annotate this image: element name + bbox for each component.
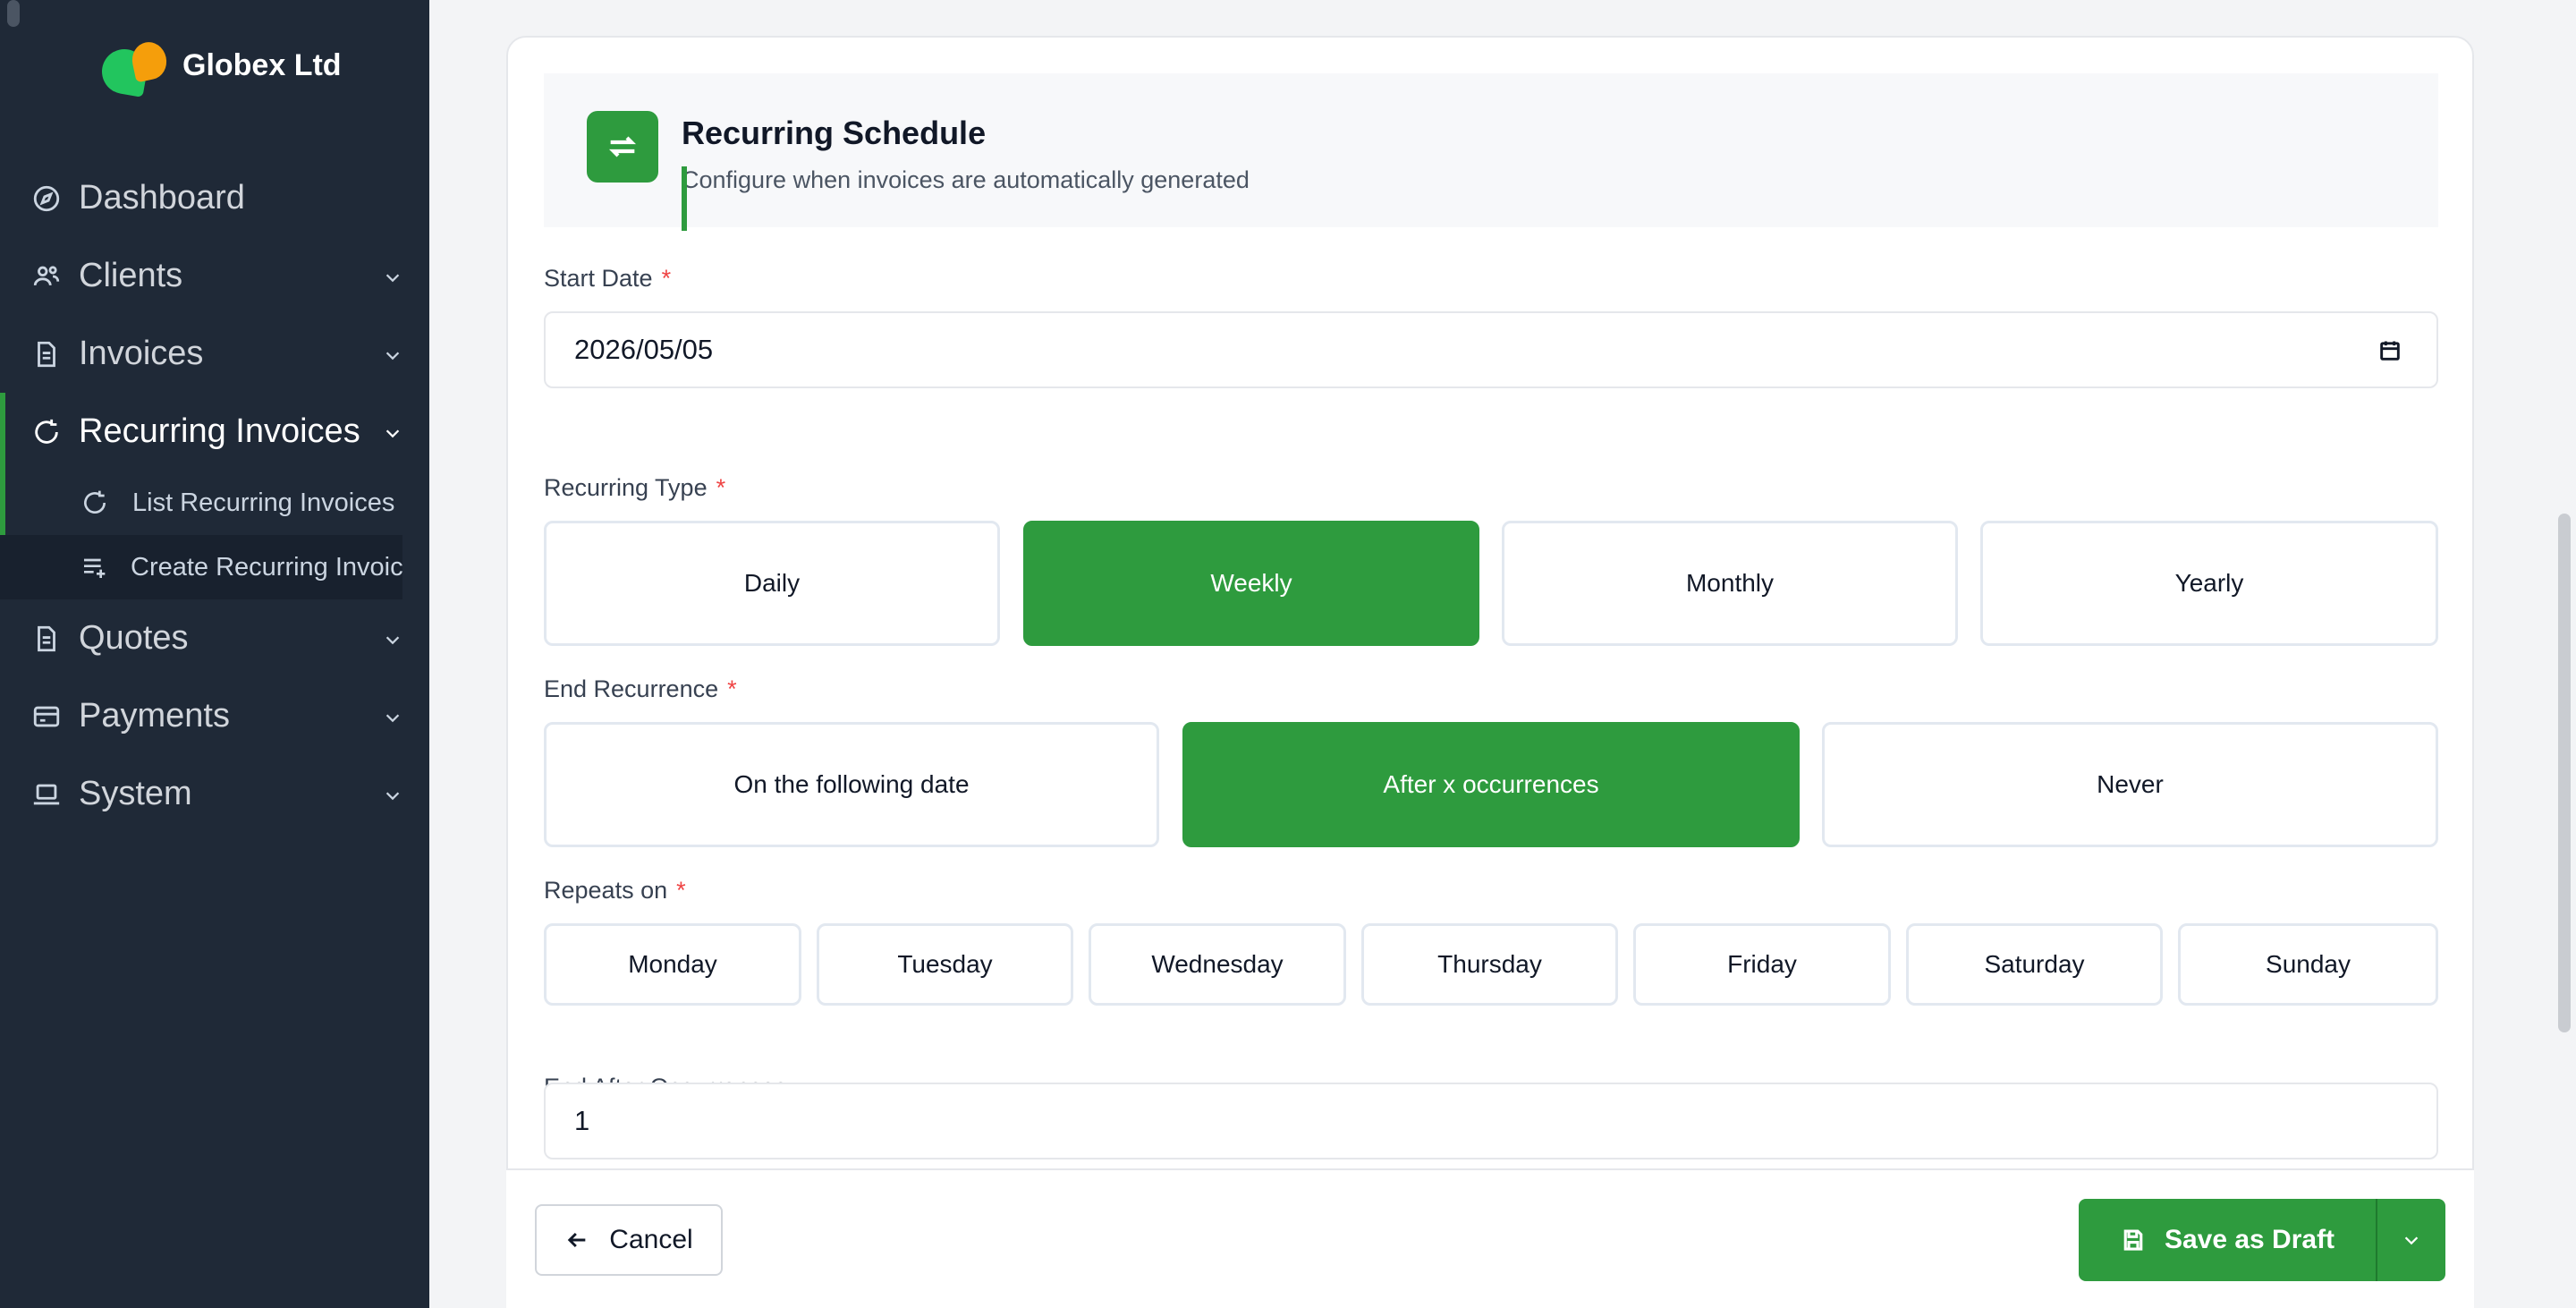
chevron-down-icon: [383, 345, 402, 365]
recurring-type-label: Recurring Type *: [544, 474, 725, 502]
arrow-left-icon: [568, 1232, 586, 1248]
recurring-schedule-icon: [587, 111, 658, 183]
chevron-down-icon: [383, 708, 402, 727]
sidebar-subitem-list-recurring[interactable]: List Recurring Invoices: [0, 471, 402, 535]
sidebar-item-label: Recurring Invoices: [79, 412, 360, 450]
recurring-type-daily[interactable]: Daily: [544, 521, 1000, 646]
brand[interactable]: Globex Ltd: [98, 34, 342, 98]
sidebar-item-system[interactable]: System: [0, 755, 429, 833]
sidebar-item-label: System: [79, 775, 192, 812]
end-recurrence-on-date[interactable]: On the following date: [544, 722, 1159, 847]
sidebar-item-quotes[interactable]: Quotes: [0, 599, 429, 677]
save-options-dropdown[interactable]: [2376, 1199, 2445, 1281]
sidebar-item-label: Clients: [79, 257, 183, 294]
day-sunday[interactable]: Sunday: [2178, 923, 2438, 1006]
required-marker: *: [661, 265, 672, 292]
repeats-on-label: Repeats on *: [544, 877, 686, 905]
recurring-type-monthly[interactable]: Monthly: [1502, 521, 1958, 646]
end-recurrence-label: End Recurrence *: [544, 675, 737, 703]
sidebar-item-invoices[interactable]: Invoices: [0, 315, 429, 393]
save-as-draft-button[interactable]: Save as Draft: [2079, 1199, 2376, 1281]
sidebar-item-dashboard[interactable]: Dashboard: [0, 159, 429, 237]
file-icon: [30, 623, 63, 655]
recurring-type-yearly[interactable]: Yearly: [1980, 521, 2438, 646]
section-header: Recurring Schedule Configure when invoic…: [544, 73, 2438, 231]
list-add-icon: [80, 552, 109, 582]
brand-name: Globex Ltd: [182, 47, 342, 82]
file-icon: [30, 338, 63, 370]
end-recurrence-after-occurrences[interactable]: After x occurrences: [1182, 722, 1800, 847]
section-subtitle: Configure when invoices are automaticall…: [682, 166, 1250, 231]
sidebar-item-recurring-invoices[interactable]: Recurring Invoices: [0, 393, 429, 471]
calendar-icon[interactable]: [2377, 338, 2402, 363]
recurring-icon: [30, 416, 63, 448]
end-recurrence-never[interactable]: Never: [1822, 722, 2438, 847]
day-monday[interactable]: Monday: [544, 923, 801, 1006]
start-date-label-text: Start Date: [544, 265, 653, 292]
section-title: Recurring Schedule: [682, 115, 987, 151]
recurring-schedule-card: Recurring Schedule Configure when invoic…: [506, 36, 2474, 1308]
chevron-down-icon: [383, 423, 402, 443]
start-date-input[interactable]: 2026/05/05: [544, 311, 2438, 388]
sidebar-item-clients[interactable]: Clients: [0, 237, 429, 315]
chevron-down-icon: [383, 786, 402, 805]
brand-logo: [98, 37, 170, 98]
sidebar-item-label: Dashboard: [79, 179, 245, 217]
required-marker: *: [716, 474, 726, 501]
chevron-down-icon: [383, 630, 402, 650]
sidebar-scrollbar[interactable]: [7, 0, 20, 27]
credit-card-icon: [30, 701, 63, 733]
start-date-value: 2026/05/05: [574, 334, 714, 365]
recurring-type-weekly[interactable]: Weekly: [1023, 521, 1479, 646]
day-wednesday[interactable]: Wednesday: [1089, 923, 1346, 1006]
end-recurrence-label-text: End Recurrence: [544, 675, 719, 702]
chevron-down-icon: [2404, 1236, 2419, 1245]
save-icon: [2123, 1229, 2143, 1251]
page-scrollbar[interactable]: [2558, 514, 2571, 1032]
repeats-on-label-text: Repeats on: [544, 877, 668, 904]
required-marker: *: [727, 675, 737, 702]
sidebar: Globex Ltd Dashboard Clients Invoices Re…: [0, 0, 429, 1308]
recurring-submenu: List Recurring Invoices Create Recurring…: [0, 471, 429, 599]
save-as-draft-button-group: Save as Draft: [2079, 1199, 2445, 1281]
sidebar-subitem-create-recurring[interactable]: Create Recurring Invoices: [0, 535, 402, 599]
day-friday[interactable]: Friday: [1633, 923, 1891, 1006]
day-thursday[interactable]: Thursday: [1361, 923, 1618, 1006]
cancel-button[interactable]: Cancel: [535, 1204, 723, 1276]
compass-icon: [30, 183, 63, 215]
recurring-icon: [80, 488, 111, 518]
sidebar-item-label: Quotes: [79, 619, 189, 657]
sidebar-subitem-label: List Recurring Invoices: [132, 488, 395, 517]
sidebar-item-payments[interactable]: Payments: [0, 677, 429, 755]
recurring-type-label-text: Recurring Type: [544, 474, 708, 501]
day-tuesday[interactable]: Tuesday: [817, 923, 1073, 1006]
laptop-icon: [30, 778, 63, 811]
chevron-down-icon: [383, 268, 402, 287]
sidebar-nav: Dashboard Clients Invoices Recurring Inv…: [0, 159, 429, 833]
sidebar-item-label: Invoices: [79, 335, 204, 372]
end-after-occurrences-value: 1: [574, 1105, 590, 1136]
save-as-draft-label: Save as Draft: [2164, 1225, 2335, 1254]
end-after-occurrences-input[interactable]: 1: [544, 1083, 2438, 1159]
sidebar-subitem-label: Create Recurring Invoices: [131, 552, 402, 582]
required-marker: *: [676, 877, 686, 904]
sidebar-item-label: Payments: [79, 697, 230, 735]
form-footer: Cancel Save as Draft: [506, 1168, 2474, 1308]
day-saturday[interactable]: Saturday: [1906, 923, 2163, 1006]
start-date-label: Start Date *: [544, 265, 671, 293]
cancel-button-label: Cancel: [609, 1225, 693, 1254]
users-icon: [30, 260, 63, 293]
